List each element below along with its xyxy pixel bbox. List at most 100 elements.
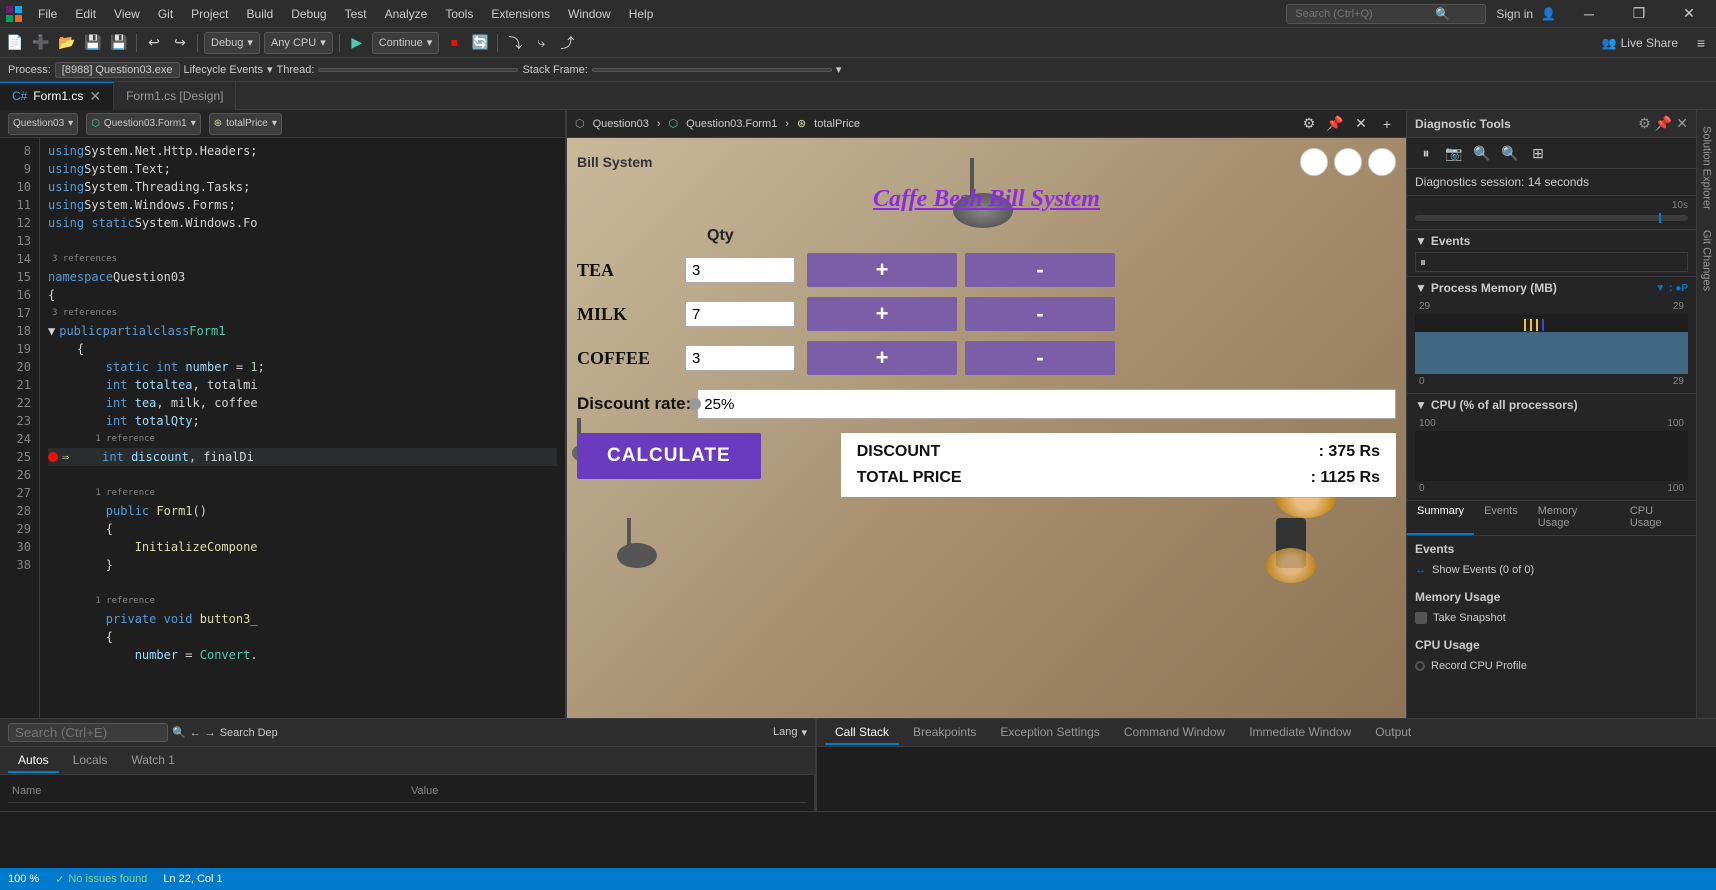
memory-filter-btn[interactable]: ▼: [1655, 283, 1665, 294]
memory-type-btn[interactable]: : ●P: [1669, 283, 1688, 294]
menu-search-box[interactable]: 🔍: [1286, 4, 1486, 24]
tea-minus-button[interactable]: -: [965, 253, 1115, 287]
save-all-button[interactable]: 💾: [108, 32, 130, 54]
redo-button[interactable]: ↪: [169, 32, 191, 54]
tab-autos[interactable]: Autos: [8, 749, 59, 773]
diag-tab-cpu[interactable]: CPU Usage: [1620, 501, 1696, 535]
form-pin-btn[interactable]: 📌: [1324, 113, 1346, 135]
menu-view[interactable]: View: [106, 5, 148, 23]
menu-tools[interactable]: Tools: [437, 5, 481, 23]
discount-input[interactable]: [697, 389, 1396, 419]
coffee-input[interactable]: [685, 345, 795, 371]
tab-form1-design[interactable]: Form1.cs [Design]: [114, 82, 236, 110]
process-memory-header[interactable]: ▼ Process Memory (MB) ▼ : ●P: [1415, 281, 1688, 295]
start-button[interactable]: ▶: [346, 32, 368, 54]
menu-test[interactable]: Test: [337, 5, 375, 23]
tea-plus-button[interactable]: +: [807, 253, 957, 287]
cpu-config-dropdown[interactable]: Any CPU ▾: [264, 32, 333, 54]
autos-nav-back[interactable]: ←: [190, 727, 201, 739]
git-changes-tab[interactable]: Git Changes: [1699, 222, 1715, 299]
form-circle-btn-1[interactable]: [1300, 148, 1328, 176]
diag-filter-btn[interactable]: ⊞: [1527, 142, 1549, 164]
solution-explorer-tab[interactable]: Solution Explorer: [1699, 118, 1715, 218]
menu-analyze[interactable]: Analyze: [377, 5, 436, 23]
process-dropdown[interactable]: [8988] Question03.exe: [55, 62, 180, 78]
step-out-button[interactable]: ⤴: [556, 32, 578, 54]
form-close-btn[interactable]: ✕: [1350, 113, 1372, 135]
autos-search-icon[interactable]: 🔍: [172, 726, 186, 739]
stop-button[interactable]: ⏹: [443, 32, 465, 54]
menu-git[interactable]: Git: [150, 5, 181, 23]
form-circle-btn-2[interactable]: [1334, 148, 1362, 176]
tab-output[interactable]: Output: [1365, 721, 1421, 745]
tab-call-stack[interactable]: Call Stack: [825, 721, 899, 745]
coffee-minus-button[interactable]: -: [965, 341, 1115, 375]
restart-button[interactable]: 🔄: [469, 32, 491, 54]
member-dropdown[interactable]: ⊛ totalPrice ▾: [209, 113, 282, 135]
namespace-dropdown[interactable]: Question03 ▾: [8, 113, 78, 135]
diag-pin-btn[interactable]: 📌: [1655, 115, 1672, 132]
step-over-button[interactable]: ⤵: [504, 32, 526, 54]
diag-tab-events[interactable]: Events: [1474, 501, 1528, 535]
diag-tab-memory[interactable]: Memory Usage: [1528, 501, 1620, 535]
code-content[interactable]: using System.Net.Http.Headers; using Sys…: [40, 138, 565, 718]
open-button[interactable]: 📂: [56, 32, 78, 54]
menu-edit[interactable]: Edit: [67, 5, 104, 23]
stack-frame-dropdown[interactable]: [592, 68, 832, 72]
tab-command-window[interactable]: Command Window: [1114, 721, 1235, 745]
restore-button[interactable]: ❐: [1616, 0, 1662, 28]
diag-zoom-in-btn[interactable]: 🔍: [1471, 142, 1493, 164]
debug-config-dropdown[interactable]: Debug ▾: [204, 32, 260, 54]
milk-minus-button[interactable]: -: [965, 297, 1115, 331]
diag-pause-btn[interactable]: ⏸: [1415, 142, 1437, 164]
tab-immediate-window[interactable]: Immediate Window: [1239, 721, 1361, 745]
tab-form1-cs-close[interactable]: ✕: [89, 88, 101, 105]
timeline-bar[interactable]: [1415, 215, 1688, 221]
new-file-button[interactable]: 📄: [4, 32, 26, 54]
tab-exception-settings[interactable]: Exception Settings: [990, 721, 1109, 745]
menu-build[interactable]: Build: [239, 5, 282, 23]
menu-search-input[interactable]: [1295, 8, 1435, 20]
take-snapshot-button[interactable]: Take Snapshot: [1415, 610, 1688, 626]
continue-dropdown[interactable]: Continue ▾: [372, 32, 440, 54]
diag-tab-summary[interactable]: Summary: [1407, 501, 1474, 535]
menu-project[interactable]: Project: [183, 5, 236, 23]
autos-search-input[interactable]: [8, 723, 168, 742]
menu-help[interactable]: Help: [621, 5, 662, 23]
show-events-item[interactable]: ↔ Show Events (0 of 0): [1415, 562, 1688, 578]
events-section-header[interactable]: ▼ Events: [1415, 234, 1688, 248]
diag-close-btn[interactable]: ✕: [1676, 115, 1688, 132]
diag-camera-btn[interactable]: 📷: [1443, 142, 1465, 164]
diag-zoom-out-btn[interactable]: 🔍: [1499, 142, 1521, 164]
class-dropdown[interactable]: ⬡ Question03.Form1 ▾: [86, 113, 201, 135]
close-button[interactable]: ✕: [1666, 0, 1712, 28]
milk-plus-button[interactable]: +: [807, 297, 957, 331]
zoom-level[interactable]: 100 %: [8, 873, 39, 885]
cpu-section-header[interactable]: ▼ CPU (% of all processors): [1415, 398, 1688, 412]
record-cpu-button[interactable]: Record CPU Profile: [1415, 658, 1688, 674]
minimize-button[interactable]: ─: [1566, 0, 1612, 28]
signin-label[interactable]: Sign in: [1496, 7, 1533, 21]
calculate-button[interactable]: CALCULATE: [577, 433, 761, 479]
tab-locals[interactable]: Locals: [63, 749, 118, 773]
form-expand-btn[interactable]: +: [1376, 113, 1398, 135]
menu-extensions[interactable]: Extensions: [483, 5, 558, 23]
tab-form1-cs[interactable]: C# Form1.cs ✕: [0, 82, 114, 110]
coffee-plus-button[interactable]: +: [807, 341, 957, 375]
add-button[interactable]: ➕: [30, 32, 52, 54]
tea-input[interactable]: [685, 257, 795, 283]
menu-file[interactable]: File: [30, 5, 65, 23]
step-into-button[interactable]: ⤷: [530, 32, 552, 54]
menu-debug[interactable]: Debug: [283, 5, 334, 23]
form-circle-btn-3[interactable]: [1368, 148, 1396, 176]
menu-window[interactable]: Window: [560, 5, 619, 23]
form-settings-btn[interactable]: ⚙: [1298, 113, 1320, 135]
tab-breakpoints[interactable]: Breakpoints: [903, 721, 986, 745]
milk-input[interactable]: [685, 301, 795, 327]
diag-settings-btn[interactable]: ⚙: [1638, 115, 1651, 132]
tab-watch[interactable]: Watch 1: [121, 749, 185, 773]
solution-explorer-button[interactable]: ≡: [1690, 32, 1712, 54]
signin-area[interactable]: Sign in 👤: [1496, 7, 1556, 21]
autos-nav-forward[interactable]: →: [205, 727, 216, 739]
save-button[interactable]: 💾: [82, 32, 104, 54]
